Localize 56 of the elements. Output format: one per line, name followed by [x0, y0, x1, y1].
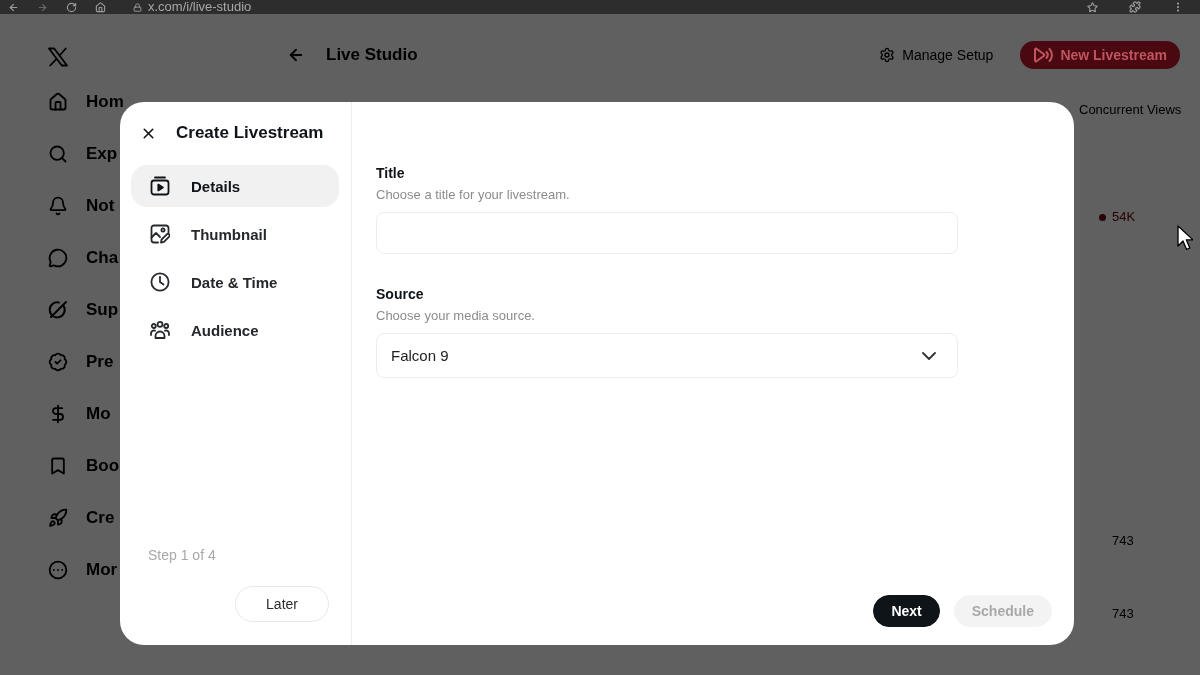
ellipsis-circle-icon: [48, 560, 68, 580]
bell-icon: [48, 196, 68, 216]
people-icon: [150, 320, 170, 340]
search-icon: [48, 144, 68, 164]
step-tab[interactable]: Audience: [131, 309, 339, 351]
sidebar-item[interactable]: Mo: [48, 388, 111, 440]
cursor-icon: [1177, 225, 1193, 251]
slashed-circle-icon: [48, 300, 68, 320]
sidebar-item[interactable]: Sup: [48, 284, 119, 336]
sidebar-item[interactable]: Cre: [48, 492, 115, 544]
sidebar-item[interactable]: Not: [48, 180, 115, 232]
reload-icon[interactable]: [66, 1, 77, 13]
step-counter: Step 1 of 4: [147, 546, 217, 564]
image-pencil-icon: [150, 224, 170, 244]
forward-arrow-icon[interactable]: [37, 1, 48, 13]
page-title: Live Studio: [326, 45, 418, 65]
later-button[interactable]: Later: [235, 586, 329, 622]
badge-check-icon: [48, 352, 68, 372]
sidebar-item[interactable]: Mor: [48, 544, 118, 596]
dialog-title: Create Livestream: [176, 123, 324, 143]
step-tab[interactable]: Thumbnail: [131, 213, 339, 255]
address-bar[interactable]: x.com/i/live-studio: [148, 0, 252, 14]
broadcast-icon: [1033, 46, 1054, 64]
next-button[interactable]: Next: [873, 595, 940, 627]
step-tab[interactable]: Details: [131, 165, 339, 207]
sidebar-item[interactable]: Exp: [48, 128, 118, 180]
back-arrow-icon[interactable]: [8, 1, 19, 13]
views-count: 743: [1112, 606, 1134, 622]
sidebar-item[interactable]: Hom: [48, 76, 124, 128]
field-label: Source: [376, 285, 425, 303]
chevron-down-icon: [922, 351, 936, 360]
chat-bubble-icon: [48, 248, 68, 268]
views-count: 54K: [1112, 209, 1136, 225]
field-hint: Choose your media source.: [376, 308, 536, 324]
bookmark-icon: [48, 456, 68, 476]
column-heading: Concurrent Views: [1079, 102, 1183, 118]
new-livestream-button[interactable]: New Livestream: [1020, 41, 1180, 69]
video-card-icon: [150, 176, 170, 196]
logo-icon[interactable]: [48, 47, 68, 67]
sidebar-item[interactable]: Boo: [48, 440, 120, 492]
sidebar-item[interactable]: Pre: [48, 336, 114, 388]
lock-icon: [133, 2, 142, 12]
puzzle-icon[interactable]: [1129, 1, 1141, 13]
clock-icon: [150, 272, 170, 292]
select-field[interactable]: Falcon 9: [376, 333, 958, 378]
manage-setup-link[interactable]: Manage Setup: [879, 41, 994, 69]
step-tab[interactable]: Date & Time: [131, 261, 339, 303]
sidebar-item[interactable]: Cha: [48, 232, 119, 284]
rocket-icon: [48, 508, 68, 528]
views-count: 743: [1112, 533, 1134, 549]
settings-icon: [879, 47, 896, 63]
field-label: Title: [376, 164, 406, 182]
field-hint: Choose a title for your livestream.: [376, 187, 571, 203]
home-icon: [48, 92, 68, 112]
star-icon[interactable]: [1087, 1, 1098, 13]
home-icon[interactable]: [95, 1, 106, 13]
